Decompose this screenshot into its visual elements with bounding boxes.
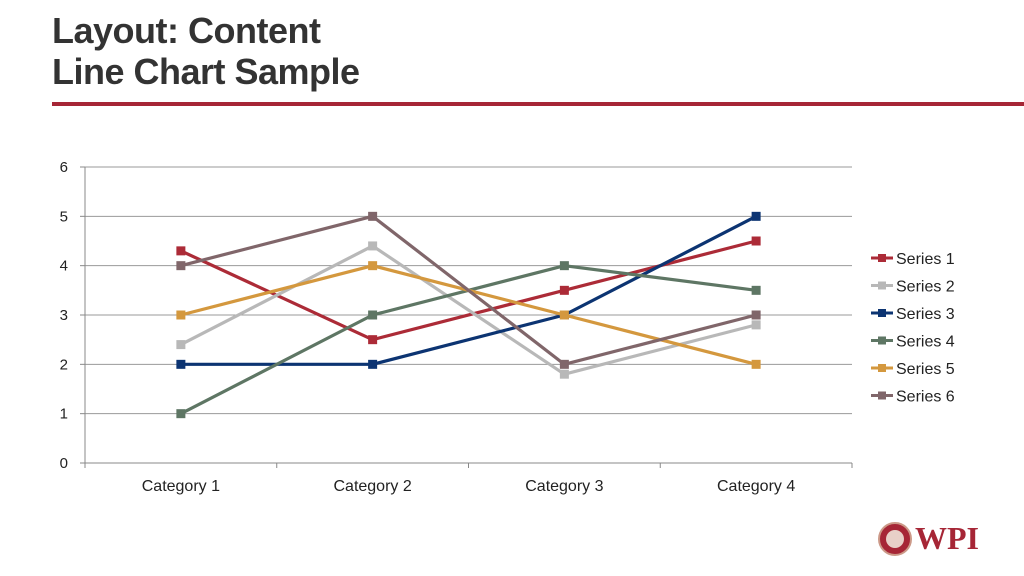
y-tick-label: 5	[60, 208, 68, 225]
wpi-logo: WPI	[878, 520, 979, 557]
line-chart: 0 1 2 3 4 5 6 Category 1 Category 2 Category 3 Cat…	[60, 159, 955, 495]
data-point	[368, 241, 378, 251]
data-point	[751, 211, 761, 221]
legend-label: Series 1	[896, 251, 955, 268]
data-point	[368, 359, 378, 369]
y-tick-label: 0	[60, 455, 68, 472]
legend-marker	[878, 281, 886, 290]
y-tick-label: 1	[60, 406, 68, 423]
data-point	[176, 261, 186, 271]
data-point	[368, 310, 378, 320]
legend-label: Series 4	[896, 334, 955, 351]
data-point	[176, 359, 186, 369]
legend-label: Series 5	[896, 361, 955, 378]
legend-marker	[878, 336, 886, 345]
y-tick-label: 6	[60, 159, 68, 176]
data-point	[368, 261, 378, 271]
data-point	[559, 261, 569, 271]
seal-icon	[878, 521, 912, 556]
data-point	[176, 409, 186, 419]
y-tick-label: 3	[60, 307, 68, 324]
x-tick-label: Category 3	[525, 478, 603, 495]
y-tick-label: 4	[60, 258, 68, 275]
data-point	[751, 359, 761, 369]
x-tick-label: Category 1	[142, 478, 220, 495]
x-tick-label: Category 2	[333, 478, 411, 495]
data-point	[559, 369, 569, 379]
data-point	[559, 310, 569, 320]
data-point	[751, 285, 761, 295]
data-point	[368, 211, 378, 221]
data-point	[751, 320, 761, 330]
legend-marker	[878, 254, 886, 262]
data-point	[176, 340, 186, 350]
data-point	[751, 310, 761, 320]
legend-marker	[878, 364, 886, 372]
data-point	[751, 236, 761, 246]
logo-text: WPI	[915, 520, 979, 556]
legend-marker	[878, 391, 886, 400]
data-point	[176, 246, 186, 256]
legend-label: Series 2	[896, 279, 955, 296]
data-point	[559, 285, 569, 295]
legend-marker	[878, 309, 886, 317]
x-tick-label: Category 4	[717, 478, 795, 495]
legend-label: Series 6	[896, 389, 955, 406]
legend-label: Series 3	[896, 306, 955, 323]
data-point	[368, 335, 378, 345]
data-point	[559, 359, 569, 369]
y-tick-label: 2	[60, 356, 68, 373]
data-point	[176, 310, 186, 320]
